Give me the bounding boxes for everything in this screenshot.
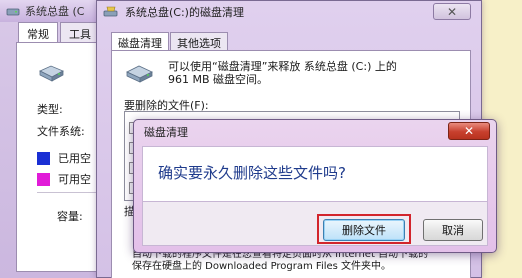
cleanup-intro: 可以使用“磁盘清理”来释放 系统总盘 (C:) 上的 961 MB 磁盘空间。 — [168, 60, 466, 86]
confirm-title: 磁盘清理 — [144, 126, 188, 139]
type-label: 类型: — [37, 103, 63, 116]
disk-cleanup-title: 系统总盘(C:)的磁盘清理 — [125, 6, 244, 19]
drive-icon — [6, 8, 20, 16]
confirm-titlebar: 磁盘清理 ✕ — [134, 120, 496, 144]
hard-drive-icon — [39, 65, 64, 82]
confirm-dialog: 磁盘清理 ✕ 确实要永久删除这些文件吗? 删除文件 取消 — [133, 119, 497, 253]
close-button[interactable]: ✕ — [433, 3, 471, 20]
confirm-close-button[interactable]: ✕ — [448, 122, 490, 140]
used-space-swatch — [37, 151, 50, 165]
disk-cleanup-drive-icon — [126, 65, 153, 83]
close-icon: ✕ — [446, 4, 458, 19]
tab-tools[interactable]: 工具 — [60, 22, 100, 42]
free-space-swatch — [37, 172, 50, 186]
capacity-label: 容量: — [57, 210, 83, 223]
confirm-question: 确实要永久删除这些文件吗? — [158, 164, 346, 182]
cleanup-intro-line2: 961 MB 磁盘空间。 — [168, 73, 269, 86]
close-icon: ✕ — [463, 124, 475, 138]
free-space-label: 可用空 — [58, 173, 91, 186]
disk-cleanup-icon — [103, 6, 118, 17]
confirm-body: 确实要永久删除这些文件吗? — [142, 146, 488, 202]
properties-tabs: 常规 工具 — [18, 22, 102, 43]
tab-general[interactable]: 常规 — [18, 22, 58, 43]
disk-cleanup-tabs: 磁盘清理 其他选项 — [111, 32, 229, 52]
cancel-button[interactable]: 取消 — [423, 219, 483, 241]
used-space-row: 已用空 — [37, 150, 91, 166]
free-space-row: 可用空 — [37, 171, 91, 187]
cleanup-intro-line1: 可以使用“磁盘清理”来释放 系统总盘 (C:) 上的 — [168, 60, 397, 73]
tab-more-options[interactable]: 其他选项 — [170, 32, 228, 51]
properties-title: 系统总盘 (C — [25, 5, 85, 18]
used-space-label: 已用空 — [58, 152, 91, 165]
confirm-footer: 删除文件 取消 — [142, 202, 488, 246]
tab-disk-cleanup[interactable]: 磁盘清理 — [111, 32, 169, 52]
disk-cleanup-titlebar: 系统总盘(C:)的磁盘清理 ✕ — [97, 1, 481, 23]
delete-files-button[interactable]: 删除文件 — [323, 219, 405, 241]
description-line2: 保存在硬盘上的 Downloaded Program Files 文件夹中。 — [132, 261, 392, 272]
filesystem-label: 文件系统: — [37, 125, 85, 138]
